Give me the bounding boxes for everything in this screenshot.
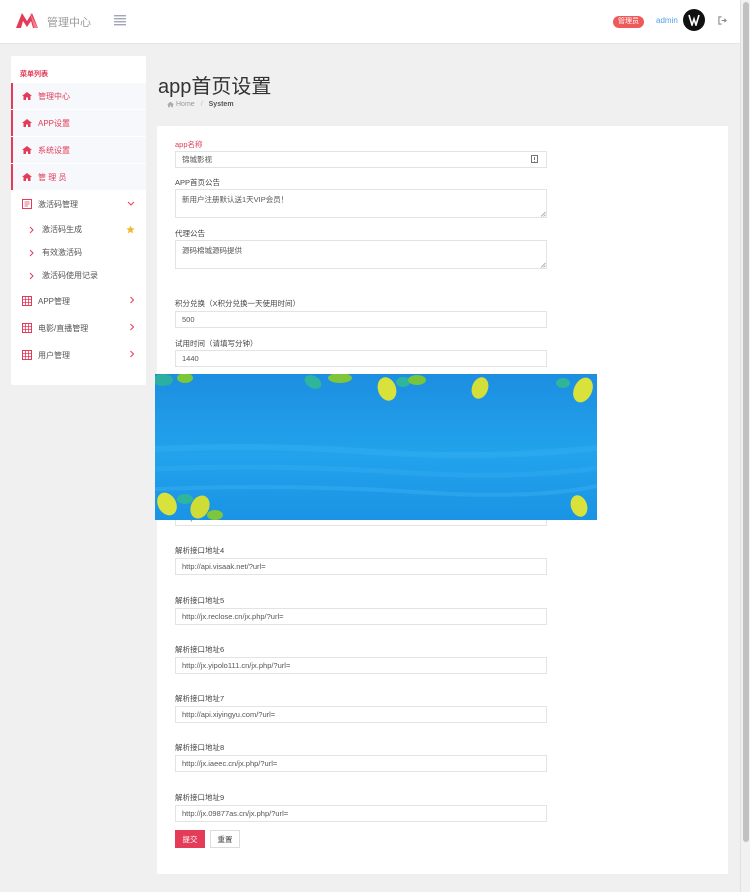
- api-url-9-label: 解析接口地址9: [175, 793, 225, 802]
- sidebar-item-label: 管理中心: [38, 91, 70, 101]
- chevron-right-icon: [29, 226, 34, 233]
- sidebar-item-label: 管 理 员: [38, 172, 67, 182]
- sidebar-subitem-label: 有效激活码: [42, 248, 82, 257]
- trial-time-label: 试用时间（请填写分钟）: [175, 339, 258, 348]
- reset-button[interactable]: 重置: [210, 830, 240, 848]
- sidebar-item-activation-codes[interactable]: 激活码管理: [11, 191, 146, 217]
- trial-time-input[interactable]: [175, 350, 547, 367]
- sidebar-subitem-generate-codes[interactable]: 激活码生成: [11, 218, 146, 241]
- api-url-7-label: 解析接口地址7: [175, 694, 225, 703]
- points-exchange-input[interactable]: [175, 311, 547, 328]
- chevron-right-icon: [130, 296, 135, 304]
- api-url-5-label: 解析接口地址5: [175, 596, 225, 605]
- breadcrumb: Home / System: [167, 101, 234, 108]
- api-url-8-input[interactable]: [175, 755, 547, 772]
- api-url-8-label: 解析接口地址8: [175, 743, 225, 752]
- home-notice-textarea[interactable]: 新用户注册默认送1天VIP会员！: [175, 189, 547, 218]
- sidebar-subitem-label: 激活码生成: [42, 225, 82, 234]
- breadcrumb-separator: /: [200, 101, 203, 108]
- star-icon: [126, 225, 135, 234]
- brand-title: 管理中心: [47, 17, 91, 29]
- api-url-6-label: 解析接口地址6: [175, 645, 225, 654]
- sidebar-item-label: APP管理: [38, 296, 71, 306]
- sidebar-item-dashboard[interactable]: 管理中心: [11, 83, 146, 109]
- chevron-right-icon: [130, 323, 135, 331]
- sidebar-subitem-valid-codes[interactable]: 有效激活码: [11, 241, 146, 264]
- sidebar-item-system-settings[interactable]: 系统设置: [11, 137, 146, 163]
- sidebar-item-label: 激活码管理: [38, 199, 78, 209]
- sky-leaves-banner-image: [155, 374, 597, 520]
- sidebar-item-label: 系统设置: [38, 145, 70, 155]
- breadcrumb-home-link[interactable]: Home: [176, 101, 195, 108]
- api-url-7-input[interactable]: [175, 706, 547, 723]
- agent-notice-textarea[interactable]: 源码棉城源码提供: [175, 240, 547, 269]
- home-notice-label: APP首页公告: [175, 178, 221, 187]
- submit-button[interactable]: 提交: [175, 830, 205, 848]
- app-name-label: app名称: [175, 140, 203, 149]
- chevron-down-icon: [127, 201, 135, 206]
- chevron-right-icon: [130, 350, 135, 358]
- avatar[interactable]: [683, 9, 705, 31]
- home-icon: [22, 173, 32, 181]
- page-scrollbar[interactable]: [740, 0, 750, 892]
- avatar-logo-icon: [688, 14, 700, 26]
- sidebar-item-label: 用户管理: [38, 350, 70, 360]
- sidebar-item-app-settings[interactable]: APP设置: [11, 110, 146, 136]
- top-bar: 管理中心 管理员 admin: [0, 0, 740, 44]
- api-url-4-input[interactable]: [175, 558, 547, 575]
- api-url-6-input[interactable]: [175, 657, 547, 674]
- logout-icon[interactable]: [718, 16, 727, 25]
- app-name-input[interactable]: [175, 151, 547, 168]
- grid-icon: [22, 350, 32, 360]
- grid-icon: [22, 296, 32, 306]
- breadcrumb-current: System: [208, 101, 234, 108]
- sidebar-item-label: APP设置: [38, 118, 71, 128]
- api-url-4-label: 解析接口地址4: [175, 546, 225, 555]
- agent-notice-label: 代理公告: [175, 229, 205, 238]
- sidebar-item-label: 电影/直播管理: [38, 323, 89, 333]
- sidebar: 菜单列表 管理中心 APP设置 系统设置 管 理 员 激活码管理 激活码生成 有…: [11, 56, 146, 385]
- home-icon: [22, 92, 32, 100]
- api-url-5-input[interactable]: [175, 608, 547, 625]
- points-exchange-label: 积分兑换（X积分兑换一天使用时间）: [175, 299, 301, 308]
- scrollbar-thumb[interactable]: [743, 2, 749, 842]
- input-autofill-icon[interactable]: [531, 155, 538, 163]
- role-badge: 管理员: [613, 16, 644, 28]
- sidebar-item-app-management[interactable]: APP管理: [11, 288, 146, 314]
- api-url-9-input[interactable]: [175, 805, 547, 822]
- user-name-link[interactable]: admin: [656, 16, 678, 25]
- sidebar-item-movie-live-management[interactable]: 电影/直播管理: [11, 315, 146, 341]
- page-title: app首页设置: [158, 76, 272, 98]
- chevron-right-icon: [29, 272, 34, 279]
- resize-handle-icon[interactable]: [540, 262, 546, 268]
- resize-handle-icon[interactable]: [540, 211, 546, 217]
- sidebar-subitem-code-usage-log[interactable]: 激活码使用记录: [11, 264, 146, 287]
- sidebar-title: 菜单列表: [20, 71, 48, 78]
- logo-icon[interactable]: [15, 11, 39, 29]
- home-icon: [22, 146, 32, 154]
- document-icon: [22, 199, 32, 209]
- chevron-right-icon: [29, 249, 34, 256]
- grid-icon: [22, 323, 32, 333]
- sidebar-item-user-management[interactable]: 用户管理: [11, 342, 146, 368]
- sidebar-item-administrators[interactable]: 管 理 员: [11, 164, 146, 190]
- home-icon: [167, 101, 174, 108]
- home-icon: [22, 119, 32, 127]
- menu-toggle-icon[interactable]: [114, 14, 126, 26]
- sidebar-subitem-label: 激活码使用记录: [42, 271, 98, 280]
